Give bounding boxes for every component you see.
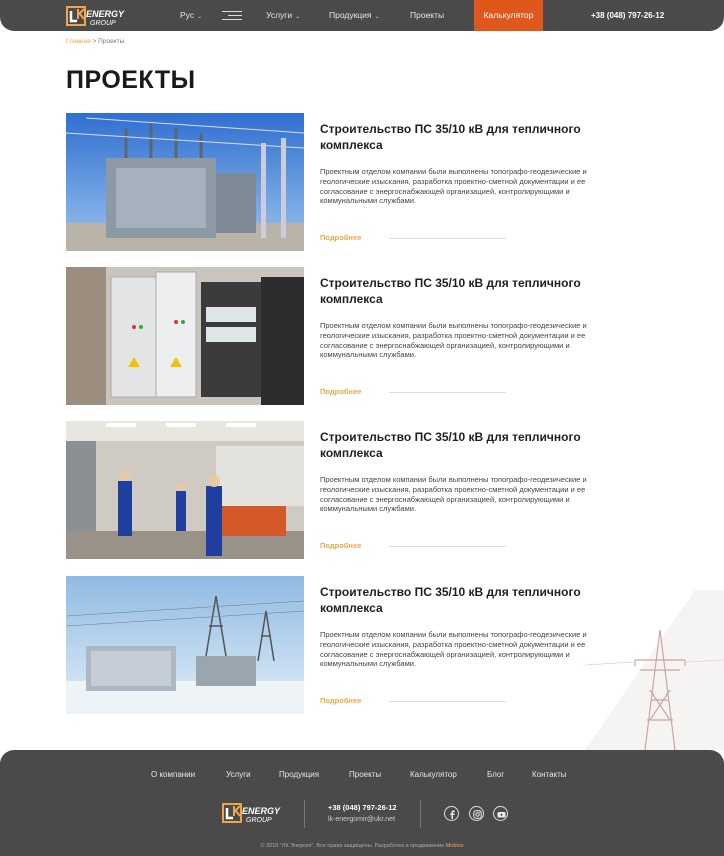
project-title[interactable]: Строительство ПС 35/10 кВ для тепличного… [320,275,610,307]
project-description: Проектным отделом компании были выполнен… [320,167,587,206]
footer-nav-calculator[interactable]: Калькулятор [410,770,457,779]
svg-text:ENERGY: ENERGY [242,806,281,816]
youtube-icon[interactable] [493,806,508,821]
more-link[interactable]: Подробнее [320,387,361,396]
instagram-icon[interactable] [469,806,484,821]
footer-email[interactable]: lk-energomir@ukr.net [328,816,395,823]
footer-nav-products[interactable]: Продукция [279,770,319,779]
footer-nav-projects[interactable]: Проекты [349,770,381,779]
divider [389,238,506,239]
nav-products[interactable]: Продукция ⌄ [329,0,380,31]
calculator-button[interactable]: Калькулятор [474,0,543,31]
breadcrumb: Главная > Проекты [66,38,124,45]
chevron-down-icon: ⌄ [197,14,203,20]
project-image[interactable] [66,267,304,405]
more-link[interactable]: Подробнее [320,696,361,705]
project-image[interactable] [66,576,304,714]
page: ENERGY GROUP Рус ⌄ Услуги ⌄ Продукция ⌄ Про… [0,0,724,856]
breadcrumb-home[interactable]: Главная [66,38,91,45]
project-title[interactable]: Строительство ПС 35/10 кВ для тепличного… [320,121,610,153]
divider [389,701,506,702]
project-card: Строительство ПС 35/10 кВ для тепличного… [66,267,606,407]
nav-projects[interactable]: Проекты [410,0,444,31]
project-card: Строительство ПС 35/10 кВ для тепличного… [66,576,606,716]
site-header: ENERGY GROUP Рус ⌄ Услуги ⌄ Продукция ⌄ Про… [0,0,724,31]
footer-nav-contacts[interactable]: Контакты [532,770,567,779]
breadcrumb-current: Проекты [98,38,125,45]
footer-divider [304,800,305,828]
footer-nav-blog[interactable]: Блог [487,770,504,779]
power-pylon-decoration [584,590,724,751]
project-title[interactable]: Строительство ПС 35/10 кВ для тепличного… [320,584,610,616]
chevron-down-icon: ⌄ [295,14,301,20]
more-link[interactable]: Подробнее [320,233,361,242]
page-title: ПРОЕКТЫ [66,66,196,94]
svg-text:ENERGY: ENERGY [86,9,125,19]
more-link[interactable]: Подробнее [320,541,361,550]
footer-logo[interactable]: ENERGY GROUP [222,800,284,826]
project-title[interactable]: Строительство ПС 35/10 кВ для тепличного… [320,429,610,461]
footer-nav-about[interactable]: О компании [151,770,195,779]
project-description: Проектным отделом компании были выполнен… [320,475,587,514]
header-phone[interactable]: +38 (048) 797-26-12 [591,0,664,31]
copyright: © 2019 "ЛК Энергия". Все права защищены.… [260,843,464,849]
project-image[interactable] [66,421,304,559]
logo[interactable]: ENERGY GROUP [66,3,128,29]
footer-nav-services[interactable]: Услуги [226,770,251,779]
chevron-down-icon: ⌄ [374,14,380,20]
footer-phone[interactable]: +38 (048) 797-26-12 [328,803,397,812]
footer-divider [420,800,421,828]
project-card: Строительство ПС 35/10 кВ для тепличного… [66,421,606,561]
developer-link[interactable]: Mobios [446,843,464,849]
facebook-icon[interactable] [444,806,459,821]
project-description: Проектным отделом компании были выполнен… [320,321,587,360]
project-image[interactable] [66,113,304,251]
breadcrumb-separator: > [92,38,97,45]
svg-text:GROUP: GROUP [246,817,272,824]
divider [389,546,506,547]
project-card: Строительство ПС 35/10 кВ для тепличного… [66,113,606,253]
divider [389,392,506,393]
project-description: Проектным отделом компании были выполнен… [320,630,587,669]
menu-icon[interactable] [222,11,242,21]
language-select[interactable]: Рус ⌄ [180,0,202,31]
svg-text:GROUP: GROUP [90,20,116,27]
nav-services[interactable]: Услуги ⌄ [266,0,300,31]
